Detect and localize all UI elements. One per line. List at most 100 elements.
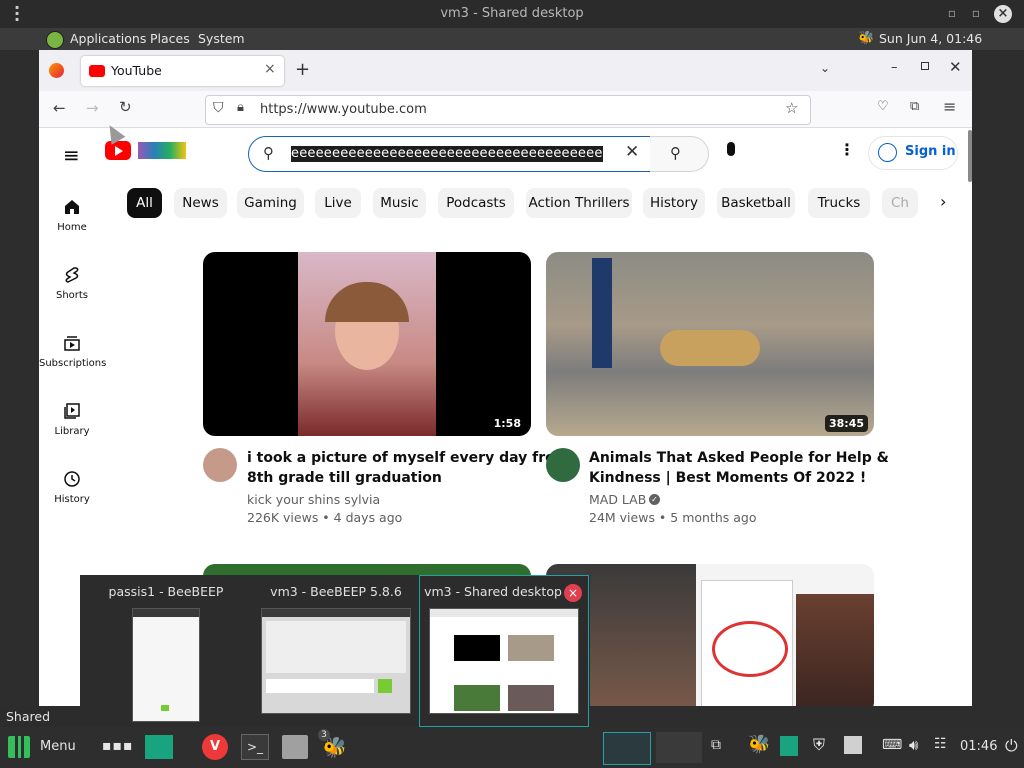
chip-music[interactable]: Music: [373, 188, 426, 218]
vm-close-button[interactable]: ×: [994, 5, 1012, 23]
chip-news[interactable]: News: [174, 188, 227, 218]
guest-top-panel: Applications Places System 🐝 Sun Jun 4, …: [0, 28, 1024, 50]
chip-live[interactable]: Live: [315, 188, 361, 218]
applications-menu[interactable]: Applications: [70, 31, 146, 46]
verified-badge-icon: ✓: [649, 494, 660, 505]
tracking-protection-icon[interactable]: ⛉: [213, 100, 224, 116]
list-all-tabs-icon[interactable]: ⌄: [820, 61, 830, 75]
video-title-line2[interactable]: 8th grade till graduation: [247, 468, 442, 488]
switcher-item-label: vm3 - BeeBEEP 5.8.6: [270, 584, 402, 599]
switcher-item[interactable]: vm3 - BeeBEEP 5.8.6: [251, 575, 421, 727]
chip-all[interactable]: All: [127, 188, 162, 218]
url-bar[interactable]: ⛉ 🔒︎ https://www.youtube.com ☆: [205, 95, 811, 125]
page-scrollbar[interactable]: [968, 130, 972, 182]
window-switcher: passis1 - BeeBEEP vm3 - BeeBEEP 5.8.6 vm…: [80, 575, 590, 727]
new-tab-button[interactable]: +: [295, 59, 310, 80]
chips-next-arrow-icon[interactable]: ›: [940, 192, 946, 211]
chip-podcasts[interactable]: Podcasts: [438, 188, 514, 218]
terminal-icon[interactable]: >_: [241, 734, 269, 760]
library-icon: [64, 403, 80, 419]
thumbnail-person-right: [796, 594, 874, 706]
back-icon[interactable]: ←: [53, 99, 66, 117]
channel-name[interactable]: MAD LAB: [589, 491, 646, 509]
vivaldi-icon[interactable]: V: [202, 734, 228, 760]
workspace-1[interactable]: [603, 732, 651, 765]
minimize-icon[interactable]: –: [891, 60, 898, 75]
reload-icon[interactable]: ↻: [119, 98, 132, 116]
search-query-text[interactable]: eeeeeeeeeeeeeeeeeeeeeeeeeeeeeeeeeeeeeeee…: [291, 146, 603, 162]
sidebar-item-subscriptions[interactable]: Subscriptions: [39, 334, 107, 369]
places-menu[interactable]: Places: [150, 31, 190, 46]
chip-history[interactable]: History: [643, 188, 705, 218]
show-desktop-icon[interactable]: ▪▪▪: [102, 738, 133, 754]
sign-in-label: Sign in: [905, 144, 956, 159]
shield-icon[interactable]: ⛨: [813, 735, 825, 755]
video-thumbnail[interactable]: [546, 564, 874, 706]
sidebar-item-library[interactable]: Library: [39, 402, 105, 437]
switcher-item-selected[interactable]: vm3 - Shared desktop ×: [419, 575, 589, 727]
system-menu[interactable]: System: [198, 31, 245, 46]
guide-menu-icon[interactable]: ≡: [63, 143, 80, 167]
video-title-line1[interactable]: Animals That Asked People for Help &: [589, 448, 889, 468]
sidebar-item-history[interactable]: History: [39, 470, 105, 505]
beebeep-tray-icon[interactable]: 🐝: [858, 31, 874, 46]
pocket-icon[interactable]: ♡: [877, 99, 889, 114]
firefox-view-icon[interactable]: [49, 63, 64, 78]
clear-search-icon[interactable]: ✕: [625, 142, 639, 162]
tab-title: YouTube: [111, 63, 162, 78]
volume-icon[interactable]: 🔊︎: [909, 736, 918, 754]
window-list-icon[interactable]: ⧉: [711, 737, 721, 753]
forward-icon[interactable]: →: [86, 99, 99, 117]
switcher-item[interactable]: passis1 - BeeBEEP: [81, 575, 251, 727]
sign-in-button[interactable]: Sign in: [868, 136, 958, 170]
chip-trucks[interactable]: Trucks: [808, 188, 870, 218]
chip-gaming[interactable]: Gaming: [237, 188, 304, 218]
video-title-line1[interactable]: i took a picture of myself every day fro…: [247, 448, 569, 468]
channel-avatar[interactable]: [203, 448, 237, 482]
manjaro-menu-icon[interactable]: [8, 736, 30, 758]
video-title-line2[interactable]: Kindness | Best Moments Of 2022 !: [589, 468, 866, 488]
video-thumbnail[interactable]: 38:45: [546, 252, 874, 436]
clipboard-icon[interactable]: [844, 736, 862, 754]
youtube-logo-icon[interactable]: [105, 141, 131, 160]
bookmark-star-icon[interactable]: ☆: [785, 99, 798, 117]
file-manager-icon[interactable]: [145, 735, 173, 759]
search-input[interactable]: ⚲ eeeeeeeeeeeeeeeeeeeeeeeeeeeeeeeeeeeeee…: [248, 136, 652, 172]
home-icon: [65, 200, 79, 214]
voice-search-icon[interactable]: [727, 142, 735, 156]
search-button[interactable]: ⚲: [650, 136, 709, 172]
channel-name[interactable]: kick your shins sylvia: [247, 491, 380, 509]
keyboard-icon[interactable]: ⌨: [882, 737, 902, 753]
archive-manager-icon[interactable]: [282, 735, 308, 759]
sidebar-item-shorts[interactable]: Shorts: [39, 266, 105, 301]
youtube-doodle-logo[interactable]: [138, 142, 186, 159]
power-icon[interactable]: ⏻: [1005, 736, 1018, 756]
chip-action-thrillers[interactable]: Action Thrillers: [526, 188, 632, 218]
app-menu-icon[interactable]: ≡: [943, 97, 956, 116]
close-tab-icon[interactable]: ×: [264, 61, 276, 77]
maximize-icon[interactable]: [921, 62, 929, 70]
tab-bar: YouTube × + ⌄ – ✕: [39, 50, 972, 91]
tab-youtube[interactable]: YouTube ×: [81, 56, 284, 86]
chip-partial[interactable]: Ch: [882, 188, 918, 218]
vm-minimize-icon[interactable]: ▫: [948, 6, 956, 20]
vm-maximize-icon[interactable]: ▫: [972, 6, 980, 20]
extensions-icon[interactable]: ⧉: [910, 99, 919, 114]
lock-icon[interactable]: 🔒︎: [237, 100, 244, 115]
url-text[interactable]: https://www.youtube.com: [260, 102, 427, 117]
close-window-icon[interactable]: ✕: [949, 58, 962, 76]
menu-label[interactable]: Menu: [40, 739, 76, 754]
vm-window-titlebar[interactable]: · · · vm3 - Shared desktop ▫ ▫ ×: [0, 0, 1024, 28]
switcher-close-icon[interactable]: ×: [564, 584, 582, 602]
workspace-2[interactable]: [656, 732, 702, 763]
sidebar-item-home[interactable]: Home: [39, 198, 105, 233]
beebeep-tray-icon[interactable]: 🐝: [748, 734, 770, 755]
chip-basketball[interactable]: Basketball: [717, 188, 795, 218]
video-thumbnail[interactable]: 1:58: [203, 252, 531, 436]
sidebar-label-subscriptions: Subscriptions: [39, 358, 107, 369]
settings-more-icon[interactable]: ⋮: [839, 140, 855, 159]
update-manager-icon[interactable]: [780, 736, 798, 756]
channel-avatar[interactable]: [546, 448, 580, 482]
video-meta: 226K views • 4 days ago: [247, 510, 403, 525]
notes-icon[interactable]: ☷: [934, 736, 947, 752]
